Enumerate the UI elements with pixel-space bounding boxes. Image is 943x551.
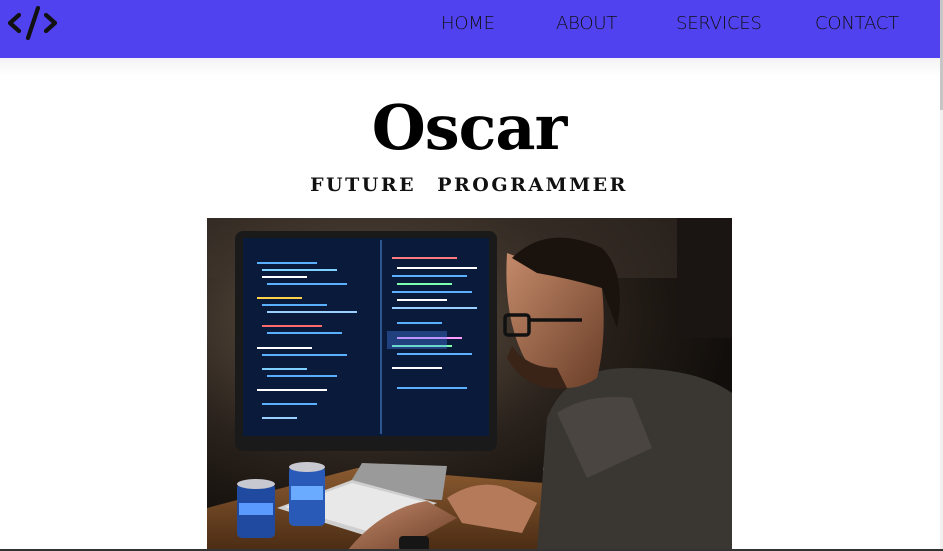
hero-photo-programmer [207,218,732,551]
hero-subtitle: FUTURE PROGRAMMER [310,174,628,196]
nav-links: HOME ABOUT SERVICES CONTACT [0,0,940,48]
programmer-at-computer-illustration [207,218,732,551]
nav-services-link[interactable]: SERVICES [676,13,762,34]
top-navbar: HOME ABOUT SERVICES CONTACT [0,0,940,58]
nav-contact-link[interactable]: CONTACT [815,13,899,34]
nav-about-link[interactable]: ABOUT [556,13,617,34]
navbar-shadow [0,58,940,76]
soda-can-right [289,462,325,526]
soda-can-left [237,479,275,538]
nav-home-link[interactable]: HOME [441,13,495,34]
hero-title: Oscar [371,91,568,164]
